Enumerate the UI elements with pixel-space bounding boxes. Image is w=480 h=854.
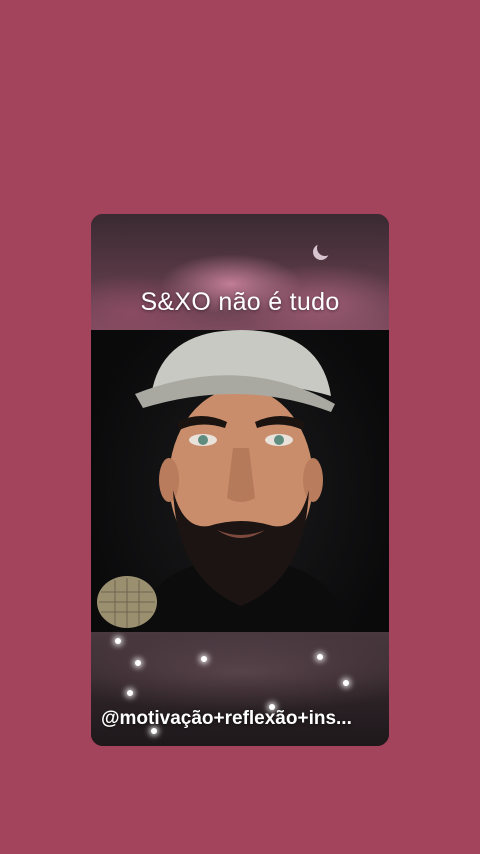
video-title: S&XO não é tudo bbox=[140, 288, 340, 316]
screen: S&XO não é tudo @motivação+reflexão+ins.… bbox=[0, 0, 480, 854]
right-ear bbox=[303, 458, 323, 502]
sparkle bbox=[343, 680, 349, 686]
sparkle bbox=[317, 654, 323, 660]
sparkle bbox=[201, 656, 207, 662]
left-ear bbox=[159, 458, 179, 502]
creator-handle[interactable]: @motivação+reflexão+ins... bbox=[101, 708, 385, 730]
sparkle bbox=[135, 660, 141, 666]
right-iris bbox=[274, 435, 284, 445]
video-card[interactable]: S&XO não é tudo @motivação+reflexão+ins.… bbox=[91, 214, 389, 746]
sky-background: S&XO não é tudo bbox=[91, 214, 389, 330]
video-frame bbox=[91, 330, 389, 632]
sparkle bbox=[115, 638, 121, 644]
sparkle bbox=[127, 690, 133, 696]
crescent-moon-icon bbox=[317, 240, 333, 256]
person-image bbox=[97, 330, 353, 632]
left-iris bbox=[198, 435, 208, 445]
